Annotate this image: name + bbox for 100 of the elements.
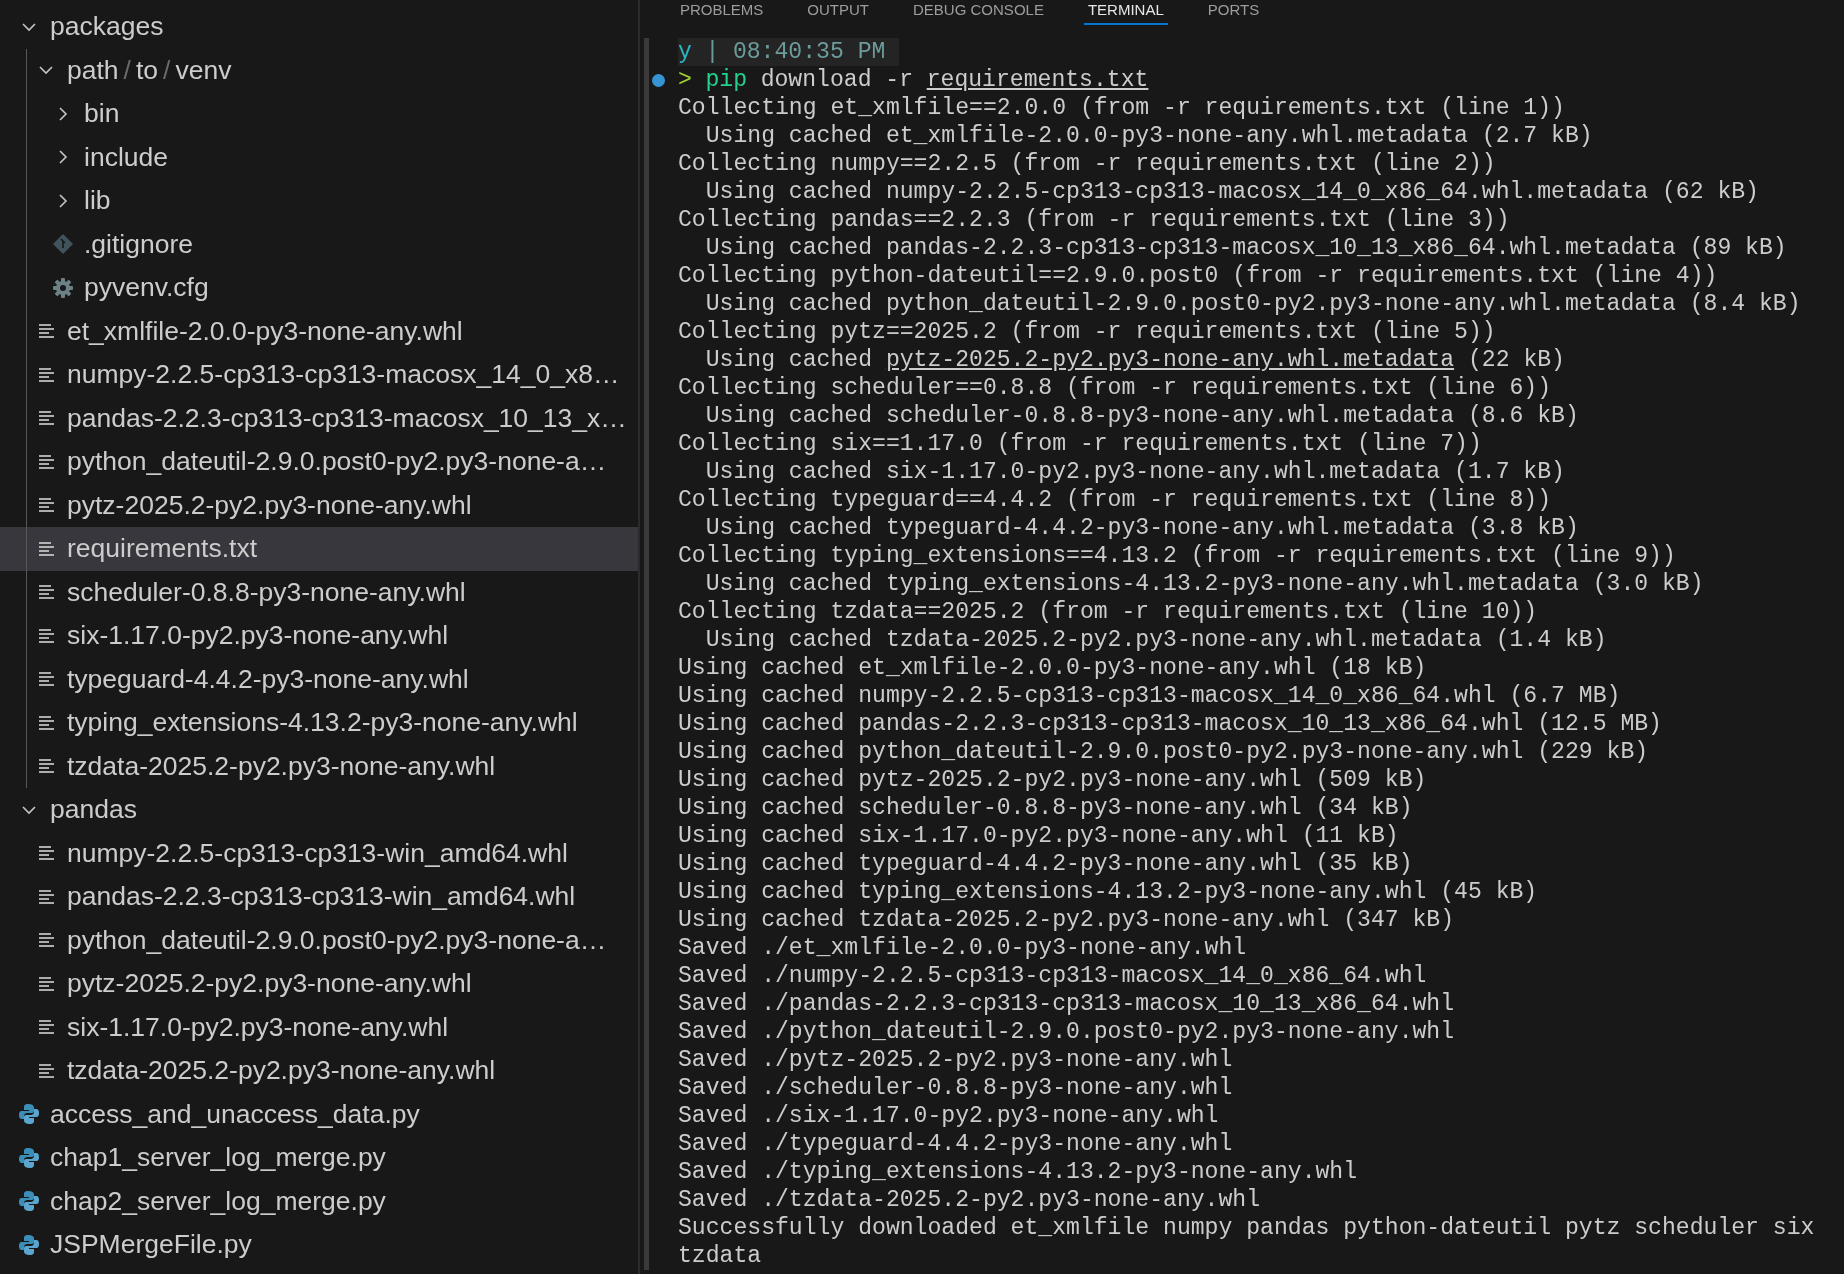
text-file-icon [37,1062,55,1079]
terminal-output-line: Saved ./numpy-2.2.5-cp313-cp313-macosx_14_0_x86_64.whl [678,962,1427,990]
text-file-icon [37,366,55,383]
terminal-output-line: Using cached typeguard-4.4.2-py3-none-any.whl.metadata (3.8 kB) [704,514,1579,542]
file-item[interactable]: numpy-2.2.5-cp313-cp313-macosx_14_0_x8… [0,353,638,397]
file-item[interactable]: scheduler-0.8.8-py3-none-any.whl [0,570,638,614]
file-item[interactable]: tzdata-2025.2-py2.py3-none-any.whl [0,744,638,788]
text-file-icon [37,714,55,731]
terminal-output-line: Collecting typing_extensions==4.13.2 (from -r requirements.txt (line 9)) [678,542,1676,570]
text-file-icon [37,671,55,688]
panel-tab[interactable]: PORTS [1203,0,1264,25]
file-item[interactable]: pandas-2.2.3-cp313-cp313-macosx_10_13_x… [0,396,638,440]
text-file-icon [37,323,55,340]
terminal-output-line: Using cached numpy-2.2.5-cp313-cp313-macosx_14_0_x86_64.whl.metadata (62 kB) [704,178,1759,206]
terminal-output-line: Saved ./et_xmlfile-2.0.0-py3-none-any.whl [678,934,1247,962]
terminal-output-line: Collecting pytz==2025.2 (from -r requirements.txt (line 5)) [678,318,1496,346]
file-item[interactable]: pytz-2025.2-py2.py3-none-any.whl [0,483,638,527]
terminal-output-line: Using cached six-1.17.0-py2.py3-none-any.whl.metadata (1.7 kB) [704,458,1565,486]
file-item[interactable]: chap2_server_log_merge.py [0,1179,638,1223]
terminal-output-line: Collecting pandas==2.2.3 (from -r requirements.txt (line 3)) [678,206,1510,234]
terminal-output-line: Collecting six==1.17.0 (from -r requirements.txt (line 7)) [678,430,1482,458]
panel-tab[interactable]: OUTPUT [803,0,874,25]
terminal-output-line: Using cached et_xmlfile-2.0.0-py3-none-any.whl (18 kB) [678,654,1427,682]
file-item[interactable]: tzdata-2025.2-py2.py3-none-any.whl [0,1049,638,1093]
git-diamond-icon [52,233,74,256]
folder-item[interactable]: include [0,135,638,179]
text-file-icon [37,584,55,601]
file-item[interactable]: six-1.17.0-py2.py3-none-any.whl [0,1005,638,1049]
text-file-icon [37,453,55,470]
terminal-output-line: Saved ./pytz-2025.2-py2.py3-none-any.whl [678,1046,1233,1074]
python-icon [18,1190,40,1213]
folder-item[interactable]: pandas [0,788,638,832]
terminal-output-line: Using cached tzdata-2025.2-py2.py3-none-any.whl.metadata (1.4 kB) [704,626,1607,654]
terminal-output-line: Using cached pandas-2.2.3-cp313-cp313-macosx_10_13_x86_64.whl.metadata (89 kB) [704,234,1787,262]
terminal-output-line: Collecting tzdata==2025.2 (from -r requirements.txt (line 10)) [678,598,1538,626]
text-file-icon [37,540,55,557]
terminal-output-line: Using cached typing_extensions-4.13.2-py3-none-any.whl.metadata (3.0 kB) [704,570,1704,598]
text-file-icon [37,845,55,862]
python-icon [18,1146,40,1169]
folder-item[interactable]: packages [0,5,638,49]
terminal-output-line: Saved ./typing_extensions-4.13.2-py3-none-any.whl [678,1158,1358,1186]
prompt-user: y [678,38,692,66]
file-item[interactable]: .gitignore [0,222,638,266]
terminal-output-line: Collecting numpy==2.2.5 (from -r requirements.txt (line 2)) [678,150,1496,178]
file-link[interactable]: requirements.txt [926,66,1149,94]
terminal-output-line: Saved ./typeguard-4.4.2-py3-none-any.whl [678,1130,1233,1158]
terminal-output-line: Using cached python_dateutil-2.9.0.post0-py2.py3-none-any.whl.metadata (8.4 kB) [704,290,1801,318]
terminal-output-line: Using cached typeguard-4.4.2-py3-none-any.whl (35 kB) [678,850,1413,878]
text-file-icon [37,410,55,427]
file-link[interactable]: pytz-2025.2-py2.py3-none-any.whl.metadata [885,347,1455,373]
text-file-icon [37,888,55,905]
terminal-output-line: Using cached pytz-2025.2-py2.py3-none-any.whl.metadata (22 kB) [704,346,1565,374]
file-item[interactable]: python_dateutil-2.9.0.post0-py2.py3-none-a… [0,440,638,484]
folder-item[interactable]: path / to / venv [0,48,638,92]
terminal-output-line: Collecting python-dateutil==2.9.0.post0 (from -r requirements.txt (line 4)) [678,262,1718,290]
panel-tab[interactable]: PROBLEMS [676,0,768,25]
terminal-output-line: Using cached scheduler-0.8.8-py3-none-any.whl (34 kB) [678,794,1413,822]
file-item[interactable]: python_dateutil-2.9.0.post0-py2.py3-none-a… [0,918,638,962]
file-item[interactable]: typeguard-4.4.2-py3-none-any.whl [0,657,638,701]
prompt-time: 08:40:35 PM [732,38,886,66]
file-item[interactable]: chap1_server_log_merge.py [0,1136,638,1180]
text-file-icon [37,932,55,949]
command-name: pip [705,66,748,94]
prompt-separator: | [705,38,720,66]
terminal-output-line: Using cached python_dateutil-2.9.0.post0-py2.py3-none-any.whl (229 kB) [678,738,1649,766]
file-item[interactable]: access_and_unaccess_data.py [0,1092,638,1136]
prompt-symbol: > [678,66,692,94]
gear-icon [52,276,74,299]
file-item[interactable]: et_xmlfile-2.0.0-py3-none-any.whl [0,309,638,353]
file-item[interactable]: six-1.17.0-py2.py3-none-any.whl [0,614,638,658]
python-icon [18,1233,40,1256]
terminal-output-line: Collecting scheduler==0.8.8 (from -r requirements.txt (line 6)) [678,374,1552,402]
file-item[interactable]: pandas-2.2.3-cp313-cp313-win_amd64.whl [0,875,638,919]
file-item[interactable]: JSPMergeFile.py [0,1223,638,1267]
folder-item[interactable]: lib [0,179,638,223]
terminal-output-line: Using cached tzdata-2025.2-py2.py3-none-any.whl (347 kB) [678,906,1455,934]
terminal-output-line: Saved ./python_dateutil-2.9.0.post0-py2.py3-none-any.whl [678,1018,1455,1046]
terminal-output-line: Collecting et_xmlfile==2.0.0 (from -r requirements.txt (line 1)) [678,94,1565,122]
folder-item[interactable]: bin [0,92,638,136]
file-item[interactable]: numpy-2.2.5-cp313-cp313-win_amd64.whl [0,831,638,875]
terminal-output-line: Collecting typeguard==4.4.2 (from -r requirements.txt (line 8)) [678,486,1552,514]
panel-tab[interactable]: DEBUG CONSOLE [909,0,1048,25]
file-item[interactable]: pytz-2025.2-py2.py3-none-any.whl [0,962,638,1006]
file-item[interactable]: typing_extensions-4.13.2-py3-none-any.whl [0,701,638,745]
text-file-icon [37,627,55,644]
terminal-output-line: Using cached et_xmlfile-2.0.0-py3-none-any.whl.metadata (2.7 kB) [704,122,1593,150]
panel-tab[interactable]: TERMINAL [1083,0,1168,25]
file-item[interactable]: pyvenv.cfg [0,266,638,310]
terminal-output-line: Using cached six-1.17.0-py2.py3-none-any.whl (11 kB) [678,822,1399,850]
command-status-dot[interactable] [652,74,665,87]
terminal-output-line: Using cached typing_extensions-4.13.2-py3-none-any.whl (45 kB) [678,878,1538,906]
text-file-icon [37,758,55,775]
terminal-output-line: Saved ./pandas-2.2.3-cp313-cp313-macosx_10_13_x86_64.whl [678,990,1455,1018]
terminal-output-line: Saved ./tzdata-2025.2-py2.py3-none-any.whl [678,1186,1261,1214]
text-file-icon [37,1019,55,1036]
terminal-output-line: Using cached pandas-2.2.3-cp313-cp313-macosx_10_13_x86_64.whl (12.5 MB) [678,710,1662,738]
terminal-output-line: Using cached pytz-2025.2-py2.py3-none-any.whl (509 kB) [678,766,1427,794]
file-item[interactable]: requirements.txt [0,527,638,571]
command-args: download -r [760,66,914,94]
terminal-output-line: Using cached numpy-2.2.5-cp313-cp313-macosx_14_0_x86_64.whl (6.7 MB) [678,682,1621,710]
